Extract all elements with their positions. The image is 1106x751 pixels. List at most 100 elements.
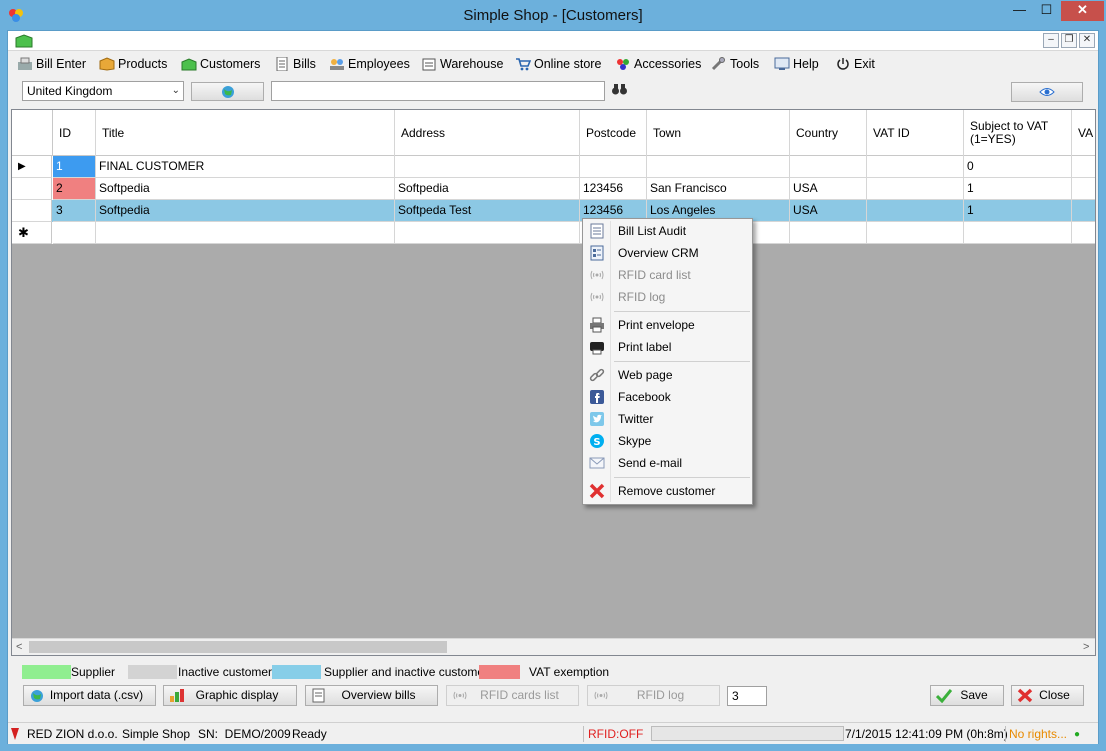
window-maximize-button[interactable]: ☐ [1033,1,1060,21]
close-button[interactable]: Close [1011,685,1084,706]
mdi-close-button[interactable]: ✕ [1079,33,1095,48]
binoculars-icon[interactable] [611,82,628,96]
rfid-icon [453,691,467,700]
cell-title[interactable] [96,222,395,244]
cell-title[interactable]: Softpedia [96,200,395,222]
refresh-button[interactable] [191,82,264,101]
table-row[interactable]: ▶ 1 FINAL CUSTOMER 0 [12,156,1095,178]
table-row[interactable]: 2 Softpedia Softpedia 123456 San Francis… [12,178,1095,200]
column-header-address[interactable]: Address [395,110,580,156]
context-item-overview-crm[interactable]: Overview CRM [585,242,750,264]
cell-subject-to-vat[interactable]: 1 [964,200,1072,222]
context-item-rfid-log[interactable]: RFID log [585,286,750,308]
column-header-vat-id[interactable]: VAT ID [867,110,964,156]
scroll-right-arrow-icon[interactable]: > [1083,639,1089,655]
cell-vat-id[interactable] [867,156,964,178]
status-progress-bar [651,726,844,741]
rfid-cards-list-button[interactable]: RFID cards list [446,685,579,706]
cell-country[interactable] [790,222,867,244]
cell-vat-id[interactable] [867,178,964,200]
cell-subject-to-vat[interactable]: 1 [964,178,1072,200]
cell-id[interactable] [53,222,96,244]
context-item-print-label[interactable]: Print label [585,336,750,358]
cell-country[interactable]: USA [790,200,867,222]
cell-subject-to-vat[interactable] [964,222,1072,244]
view-button[interactable] [1011,82,1083,102]
context-item-twitter[interactable]: Twitter [585,408,750,430]
table-row-selected[interactable]: 3 Softpedia Softpeda Test 123456 Los Ang… [12,200,1095,222]
mdi-minimize-button[interactable]: – [1043,33,1059,48]
column-header-id[interactable]: ID [53,110,96,156]
record-count-field[interactable]: 3 [727,686,767,706]
window-close-button[interactable]: ✕ [1061,1,1104,21]
cell-title[interactable]: Softpedia [96,178,395,200]
cell-id[interactable]: 1 [53,156,96,178]
cell-address[interactable] [395,156,580,178]
menu-customers[interactable]: Customers [181,55,260,73]
cell-title[interactable]: FINAL CUSTOMER [96,156,395,178]
overview-bills-button[interactable]: Overview bills [305,685,438,706]
context-item-facebook[interactable]: Facebook [585,386,750,408]
context-item-bill-list-audit[interactable]: Bill List Audit [585,220,750,242]
horizontal-scrollbar[interactable]: < > [12,638,1095,655]
cell-address[interactable]: Softpedia [395,178,580,200]
menu-help-label: Help [793,57,819,71]
import-csv-button[interactable]: Import data (.csv) [23,685,156,706]
menu-warehouse[interactable]: Warehouse [421,55,503,73]
search-input[interactable] [271,81,605,101]
cell-vat-cut[interactable] [1072,178,1095,200]
graphic-display-button[interactable]: Graphic display [163,685,297,706]
column-header-subject-to-vat[interactable]: Subject to VAT (1=YES) [964,110,1072,156]
cell-id[interactable]: 3 [53,200,96,222]
context-item-skype[interactable]: S Skype [585,430,750,452]
mdi-restore-button[interactable]: ❐ [1061,33,1077,48]
cell-town[interactable] [647,156,790,178]
menu-products[interactable]: Products [99,55,167,73]
window-minimize-button[interactable]: — [1006,1,1033,21]
cell-town[interactable]: San Francisco [647,178,790,200]
menu-help[interactable]: Help [774,55,819,73]
context-item-send-email[interactable]: Send e-mail [585,452,750,474]
customers-grid[interactable]: ID Title Address Postcode Town Country V… [11,109,1096,656]
scrollbar-thumb[interactable] [29,641,447,653]
cell-country[interactable] [790,156,867,178]
cell-subject-to-vat[interactable]: 0 [964,156,1072,178]
save-button[interactable]: Save [930,685,1004,706]
column-header-country[interactable]: Country [790,110,867,156]
menu-employees[interactable]: Employees [329,55,410,73]
menu-exit[interactable]: Exit [835,55,875,73]
label-printer-icon [590,342,604,355]
menu-tools[interactable]: Tools [711,55,759,73]
context-item-web-page[interactable]: Web page [585,364,750,386]
menu-bill-enter[interactable]: Bill Enter [17,55,86,73]
column-header-town[interactable]: Town [647,110,790,156]
cell-id[interactable]: 2 [53,178,96,200]
scroll-left-arrow-icon[interactable]: < [16,639,22,655]
cell-vat-cut[interactable] [1072,200,1095,222]
column-header-postcode[interactable]: Postcode [580,110,647,156]
cell-postcode[interactable] [580,156,647,178]
cell-vat-id[interactable] [867,222,964,244]
column-header-title[interactable]: Title [96,110,395,156]
cell-postcode[interactable]: 123456 [580,178,647,200]
rfid-log-button[interactable]: RFID log [587,685,720,706]
cell-address[interactable] [395,222,580,244]
cell-vat-cut[interactable] [1072,222,1095,244]
cell-vat-cut[interactable] [1072,156,1095,178]
filter-bar: United Kingdom ⌄ [8,76,1098,106]
country-select[interactable]: United Kingdom ⌄ [22,81,184,101]
menu-online-store[interactable]: Online store [515,55,601,73]
cell-country[interactable]: USA [790,178,867,200]
context-item-label: Web page [618,368,673,382]
status-company: RED ZION d.o.o. [27,727,118,741]
context-item-rfid-card-list[interactable]: RFID card list [585,264,750,286]
column-header-vat-cut[interactable]: VA [1072,110,1095,156]
menu-accessories[interactable]: Accessories [615,55,701,73]
context-item-print-envelope[interactable]: Print envelope [585,314,750,336]
cell-vat-id[interactable] [867,200,964,222]
status-rfid: RFID:OFF [588,727,644,741]
table-new-row[interactable]: ✱ [12,222,1095,244]
cell-address[interactable]: Softpeda Test [395,200,580,222]
menu-bills[interactable]: Bills [274,55,316,73]
context-item-remove-customer[interactable]: Remove customer [585,480,750,502]
